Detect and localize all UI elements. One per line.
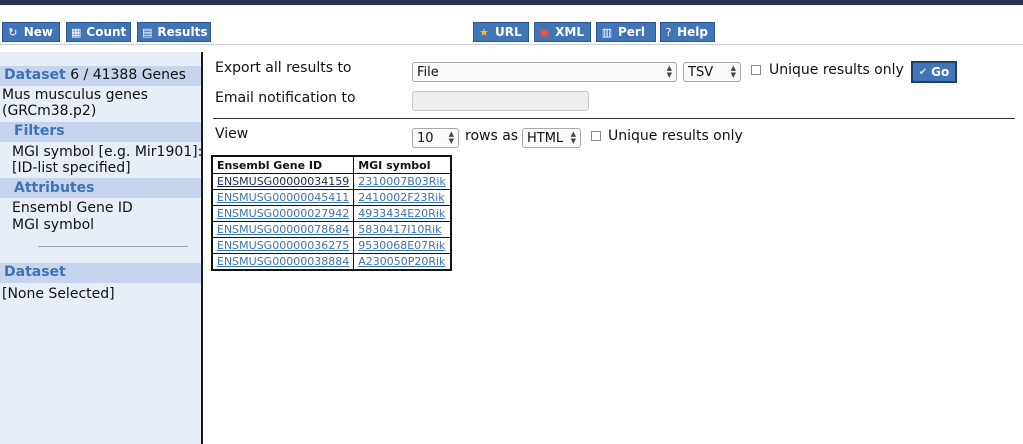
xml-button-label: XML (555, 25, 584, 39)
view-unique-checkbox[interactable] (591, 131, 601, 141)
table-cell: A230050P20Rik (353, 253, 452, 271)
perl-button[interactable]: ▥ Perl (596, 22, 656, 42)
select-arrows-icon: ▲ ▼ (730, 64, 736, 79)
export-unique-label: Unique results only (769, 62, 904, 78)
mgi-symbol-link[interactable]: 2410002F23Rik (358, 191, 444, 204)
section-divider (213, 118, 1015, 119)
help-icon: ? (665, 25, 672, 39)
url-button-label: URL (495, 25, 522, 39)
filter-line2: [ID-list specified] (12, 160, 131, 176)
mgi-symbol-link[interactable]: 5830417I10Rik (358, 223, 441, 236)
export-format-value: TSV (688, 64, 714, 80)
dataset2-value: [None Selected] (2, 286, 115, 302)
script-icon: ▥ (601, 25, 613, 39)
gene-id-link[interactable]: ENSMUSG00000045411 (217, 191, 349, 204)
table-cell: ENSMUSG00000036275 (211, 237, 355, 254)
table-row: ENSMUSG00000027942 4933434E20Rik (211, 205, 452, 222)
url-button[interactable]: ★ URL (473, 22, 529, 42)
table-cell: ENSMUSG00000045411 (211, 189, 355, 206)
results-button-label: Results (157, 25, 208, 39)
go-button[interactable]: ✔ Go (911, 61, 957, 83)
gene-id-link[interactable]: ENSMUSG00000027942 (217, 207, 349, 220)
dataset-heading-label: Dataset (4, 67, 66, 83)
new-button-label: New (23, 25, 53, 39)
count-button-label: Count (86, 25, 127, 39)
export-destination-select[interactable]: File ▲ ▼ (412, 62, 677, 82)
table-row: ENSMUSG00000038884 A230050P20Rik (211, 253, 452, 271)
filter-line1: MGI symbol [e.g. Mir1901]: (12, 144, 203, 160)
table-cell: 5830417I10Rik (353, 221, 452, 238)
calculator-icon: ▦ (71, 25, 82, 39)
table-cell: 4933434E20Rik (353, 205, 452, 222)
dataset2-heading-label: Dataset (4, 264, 66, 280)
table-cell: 9530068E07Rik (353, 237, 452, 254)
dataset-count: 6 / 41388 Genes (70, 67, 186, 83)
email-field[interactable] (412, 91, 589, 111)
attributes-heading-label: Attributes (14, 180, 95, 196)
select-arrows-icon: ▲ ▼ (666, 64, 672, 79)
results-table: Ensembl Gene ID MGI symbol ENSMUSG000000… (211, 155, 452, 271)
toolbar-divider (0, 44, 1023, 45)
filters-heading-label: Filters (14, 123, 65, 139)
rows-value: 10 (417, 130, 434, 146)
mgi-symbol-link[interactable]: 9530068E07Rik (358, 239, 445, 252)
gene-id-link[interactable]: ENSMUSG00000078684 (217, 223, 349, 236)
select-arrows-icon: ▲ ▼ (448, 130, 454, 145)
select-arrows-icon: ▲ ▼ (570, 130, 576, 145)
table-icon: ▤ (142, 25, 153, 39)
table-cell: 2310007B03Rik (353, 173, 452, 190)
gene-id-link[interactable]: ENSMUSG00000036275 (217, 239, 349, 252)
table-row: ENSMUSG00000036275 9530068E07Rik (211, 237, 452, 254)
star-icon: ★ (479, 25, 489, 39)
perl-button-label: Perl (618, 25, 645, 39)
new-button[interactable]: ↻ New (2, 22, 60, 42)
refresh-icon: ↻ (8, 25, 18, 39)
attribute-item: Ensembl Gene ID (12, 200, 133, 216)
view-format-select[interactable]: HTML ▲ ▼ (522, 128, 581, 148)
view-label: View (215, 126, 249, 142)
column-header: MGI symbol (353, 155, 452, 174)
mgi-symbol-link[interactable]: A230050P20Rik (358, 255, 445, 268)
table-cell: ENSMUSG00000027942 (211, 205, 355, 222)
view-format-value: HTML (527, 130, 564, 146)
table-row: ENSMUSG00000045411 2410002F23Rik (211, 189, 452, 206)
export-label: Export all results to (215, 60, 352, 76)
export-destination-value: File (417, 64, 439, 80)
table-cell: 2410002F23Rik (353, 189, 452, 206)
dataset-summary[interactable]: Dataset 6 / 41388 Genes (4, 67, 186, 84)
help-button-label: Help (677, 25, 708, 39)
dataset-name-line2: (GRCm38.p2) (2, 103, 97, 119)
view-unique-label: Unique results only (608, 128, 743, 144)
results-button[interactable]: ▤ Results (137, 22, 211, 42)
export-format-select[interactable]: TSV ▲ ▼ (683, 62, 741, 82)
panel-divider (201, 52, 203, 444)
go-button-label: Go (931, 65, 950, 79)
table-header-row: Ensembl Gene ID MGI symbol (211, 155, 452, 174)
email-label: Email notification to (215, 90, 356, 106)
sidebar-divider (38, 246, 188, 247)
xml-button[interactable]: ▣ XML (534, 22, 591, 42)
mgi-symbol-link[interactable]: 2310007B03Rik (358, 175, 446, 188)
gene-id-link[interactable]: ENSMUSG00000038884 (217, 255, 349, 268)
table-cell: ENSMUSG00000034159 (211, 173, 355, 190)
attribute-item: MGI symbol (12, 217, 95, 233)
xml-file-icon: ▣ (539, 25, 550, 39)
dataset-name-line1: Mus musculus genes (2, 87, 148, 103)
gene-id-link[interactable]: ENSMUSG00000034159 (217, 175, 349, 188)
rows-select[interactable]: 10 ▲ ▼ (412, 128, 459, 148)
table-row: ENSMUSG00000034159 2310007B03Rik (211, 173, 452, 190)
column-header: Ensembl Gene ID (211, 155, 355, 174)
export-unique-checkbox[interactable] (751, 65, 761, 75)
table-cell: ENSMUSG00000038884 (211, 253, 355, 271)
count-button[interactable]: ▦ Count (66, 22, 131, 42)
mgi-symbol-link[interactable]: 4933434E20Rik (358, 207, 445, 220)
table-cell: ENSMUSG00000078684 (211, 221, 355, 238)
rows-as-label: rows as (465, 128, 519, 144)
table-row: ENSMUSG00000078684 5830417I10Rik (211, 221, 452, 238)
check-circle-icon: ✔ (918, 66, 928, 78)
help-button[interactable]: ? Help (660, 22, 715, 42)
